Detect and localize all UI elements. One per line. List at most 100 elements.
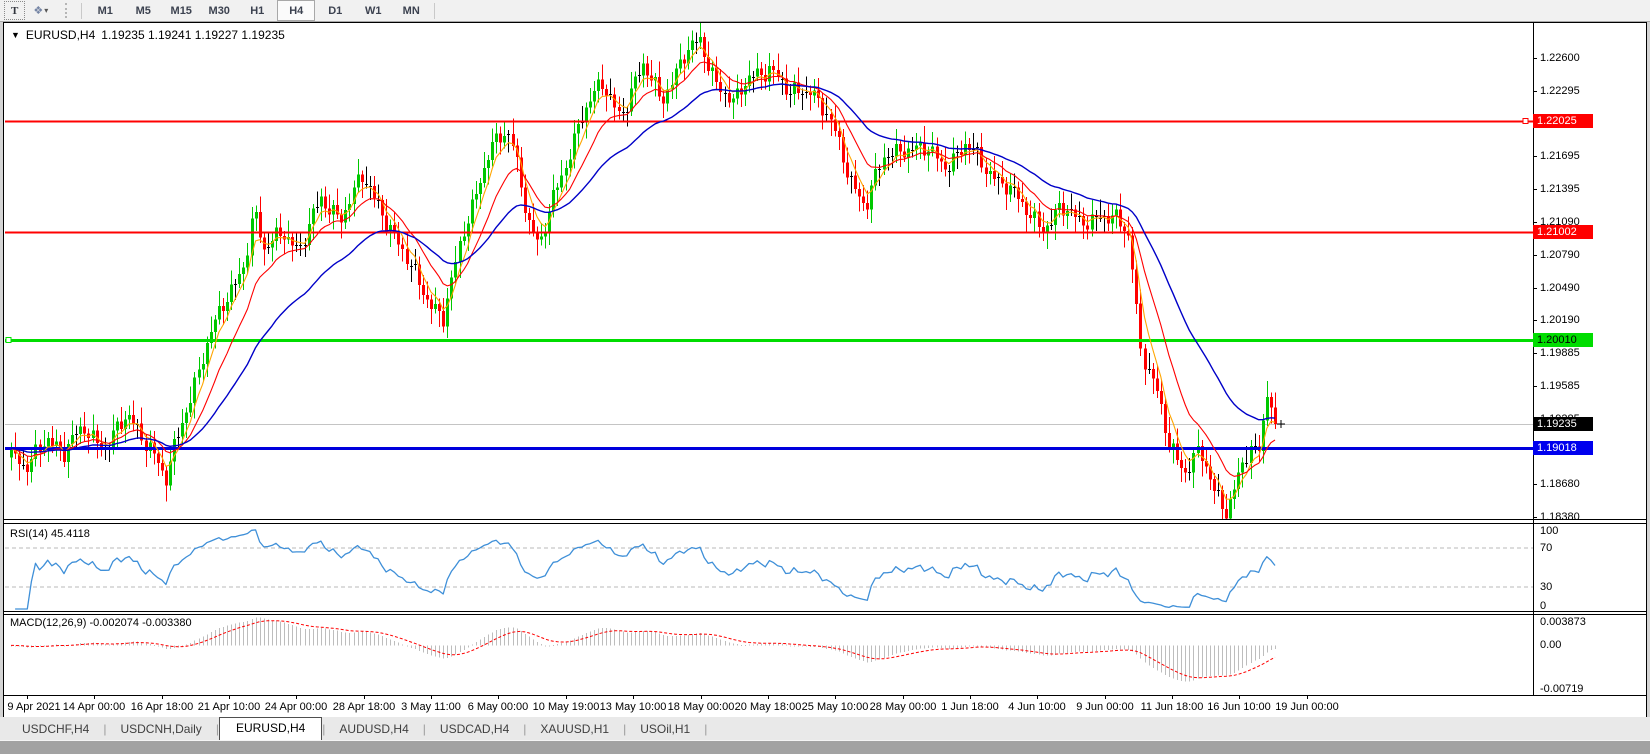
price-tick-mark: [1533, 288, 1537, 289]
price-axis[interactable]: 1.226001.222951.219951.216951.213951.210…: [1533, 23, 1646, 695]
price-tick-label: 1.21695: [1540, 150, 1580, 162]
drawing-tools-button[interactable]: ❖ ▾: [27, 2, 54, 19]
price-tick-label: 1.21395: [1540, 183, 1580, 195]
timeframe-button-w1[interactable]: W1: [355, 2, 391, 19]
timeframe-button-h1[interactable]: H1: [239, 2, 275, 19]
price-tick-mark: [1533, 189, 1537, 190]
time-tick-mark: [296, 696, 297, 699]
chart-plot-area[interactable]: [4, 23, 1533, 519]
insert-text-button[interactable]: T: [4, 1, 25, 20]
time-tick-mark: [633, 696, 634, 699]
chart-tab-eurusd[interactable]: EURUSD,H4: [219, 717, 322, 740]
symbol-timeframe-label: EURUSD,H4: [26, 28, 95, 42]
time-tick-mark: [701, 696, 702, 699]
price-tick-label: 1.18680: [1540, 478, 1580, 490]
chart-tab-audusd[interactable]: AUDUSD,H4: [325, 719, 422, 740]
timeframe-button-h4[interactable]: H4: [277, 0, 315, 21]
macd-tick-label: 0.00: [1540, 639, 1561, 651]
price-tick-mark: [1533, 517, 1537, 518]
timeframe-button-m1[interactable]: M1: [87, 2, 123, 19]
time-tick-mark: [903, 696, 904, 699]
rsi-tick-label: 70: [1540, 542, 1552, 554]
price-tick-mark: [1533, 156, 1537, 157]
time-tick-mark: [768, 696, 769, 699]
time-tick-label: 4 Jun 10:00: [1008, 701, 1066, 713]
time-tick-mark: [1172, 696, 1173, 699]
chart-window: ▼ EURUSD,H4 1.19235 1.19241 1.19227 1.19…: [3, 22, 1647, 717]
timeframe-toolbar: T ❖ ▾ M1M5M15M30H1H4D1W1MN: [0, 0, 1650, 22]
chevron-down-icon: ▾: [44, 6, 48, 15]
macd-tick-label: 0.003873: [1540, 616, 1586, 628]
time-tick-mark: [1307, 696, 1308, 699]
price-tick-label: 1.22295: [1540, 85, 1580, 97]
time-tick-label: 14 Apr 00:00: [63, 701, 125, 713]
time-tick-label: 3 May 11:00: [401, 701, 461, 713]
time-tick-mark: [431, 696, 432, 699]
time-tick-mark: [162, 696, 163, 699]
price-tick-label: 1.20790: [1540, 249, 1580, 261]
time-tick-mark: [970, 696, 971, 699]
time-tick-mark: [364, 696, 365, 699]
time-tick-label: 1 Jun 18:00: [941, 701, 999, 713]
drawing-tools-icon: ❖: [33, 4, 41, 17]
time-tick-label: 28 Apr 18:00: [333, 701, 395, 713]
price-tag-1.19235: 1.19235: [1533, 417, 1593, 431]
price-tick-label: 1.19585: [1540, 380, 1580, 392]
timeframe-button-m15[interactable]: M15: [163, 2, 199, 19]
chart-tab-usoil[interactable]: USOil,H1: [626, 719, 704, 740]
time-tick-label: 16 Apr 18:00: [131, 701, 193, 713]
time-tick-mark: [1037, 696, 1038, 699]
time-tick-label: 10 May 19:00: [533, 701, 600, 713]
price-tag-1.20010: 1.20010: [1533, 333, 1593, 347]
chart-tab-usdchf[interactable]: USDCHF,H4: [8, 719, 103, 740]
timeframe-button-mn[interactable]: MN: [393, 2, 429, 19]
price-tick-label: 1.20490: [1540, 282, 1580, 294]
timeframe-button-m30[interactable]: M30: [201, 2, 237, 19]
timeframe-button-d1[interactable]: D1: [317, 2, 353, 19]
time-tick-label: 6 May 00:00: [468, 701, 529, 713]
ohlc-values: 1.19235 1.19241 1.19227 1.19235: [101, 28, 285, 42]
time-tick-label: 13 May 10:00: [600, 701, 667, 713]
time-tick-label: 18 May 00:00: [668, 701, 735, 713]
price-tick-mark: [1533, 222, 1537, 223]
time-tick-mark: [1239, 696, 1240, 699]
time-tick-label: 28 May 00:00: [870, 701, 937, 713]
timeframe-buttons: M1M5M15M30H1H4D1W1MN: [86, 0, 430, 21]
chart-tab-bar: USDCHF,H4|USDCNH,Daily|EURUSD,H4|AUDUSD,…: [0, 717, 1650, 740]
macd-panel[interactable]: [4, 615, 1533, 695]
toolbar-separator: [434, 3, 435, 19]
price-tag-1.19018: 1.19018: [1533, 441, 1593, 455]
chart-tab-usdcnh[interactable]: USDCNH,Daily: [106, 719, 215, 740]
toolbar-separator: [81, 3, 82, 19]
price-tick-label: 1.19885: [1540, 347, 1580, 359]
time-tick-label: 19 Jun 00:00: [1275, 701, 1339, 713]
time-tick-mark: [94, 696, 95, 699]
time-tick-label: 21 Apr 10:00: [198, 701, 260, 713]
price-tag-1.21002: 1.21002: [1533, 225, 1593, 239]
rsi-tick-label: 30: [1540, 581, 1552, 593]
time-tick-label: 11 Jun 18:00: [1141, 701, 1204, 713]
time-tick-mark: [27, 696, 28, 699]
rsi-tick-label: 100: [1540, 525, 1558, 537]
symbol-dropdown-icon[interactable]: ▼: [11, 30, 20, 40]
chart-tab-usdcad[interactable]: USDCAD,H4: [426, 719, 523, 740]
price-tick-mark: [1533, 91, 1537, 92]
price-tick-mark: [1533, 58, 1537, 59]
rsi-panel[interactable]: [4, 524, 1533, 611]
tab-separator: |: [704, 722, 707, 740]
timeframe-button-m5[interactable]: M5: [125, 2, 161, 19]
macd-label: MACD(12,26,9) -0.002074 -0.003380: [10, 617, 192, 629]
price-tick-label: 1.22600: [1540, 52, 1580, 64]
time-tick-label: 9 Apr 2021: [7, 701, 60, 713]
price-tick-label: 1.20190: [1540, 314, 1580, 326]
time-tick-label: 25 May 10:00: [802, 701, 869, 713]
chart-tab-xauusd[interactable]: XAUUSD,H1: [526, 719, 623, 740]
time-axis[interactable]: 9 Apr 202114 Apr 00:00 16 Apr 18:00 21 Apr…: [4, 695, 1646, 717]
price-tick-mark: [1533, 255, 1537, 256]
time-tick-mark: [229, 696, 230, 699]
time-tick-mark: [498, 696, 499, 699]
time-tick-label: 20 May 18:00: [735, 701, 802, 713]
time-tick-mark: [835, 696, 836, 699]
rsi-label: RSI(14) 45.4118: [10, 528, 90, 540]
macd-tick-label: -0.00719: [1540, 683, 1583, 695]
